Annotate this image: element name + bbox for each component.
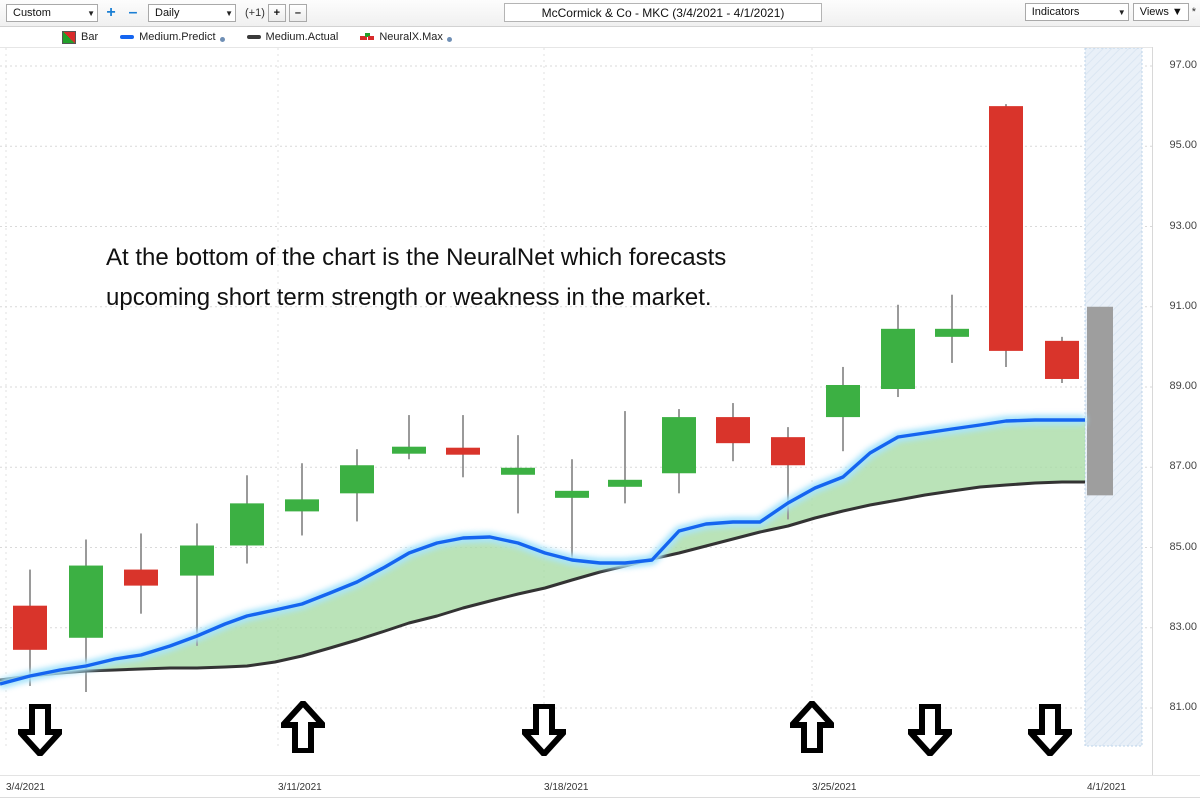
indicators-select[interactable]: Indicators ▼ <box>1024 3 1129 21</box>
legend-settings-dot-icon[interactable] <box>219 37 225 42</box>
y-axis-tick-label: 95.00 <box>1169 139 1197 152</box>
chart-plot-area[interactable]: At the bottom of the chart is the Neural… <box>0 47 1152 776</box>
neural-swatch-icon <box>360 32 375 42</box>
chevron-down-icon: ▼ <box>225 8 233 18</box>
legend-item-neuralx-max[interactable]: NeuralX.Max <box>360 31 452 43</box>
chart-svg <box>0 48 1152 747</box>
y-axis-tick-label: 83.00 <box>1169 620 1197 633</box>
y-axis-tick-label: 97.00 <box>1169 59 1197 71</box>
views-modified-star: * <box>1191 6 1196 18</box>
legend-item-label: NeuralX.Max <box>379 31 443 43</box>
page-title: McCormick & Co - MKC (3/4/2021 - 4/1/202… <box>541 5 785 20</box>
sell-signal-arrow[interactable] <box>522 704 566 756</box>
zoom-in-button[interactable]: + <box>102 4 120 22</box>
chevron-down-icon: ▼ <box>1117 7 1126 17</box>
zoom-out-label: – <box>128 4 138 21</box>
offset-label: (+1) <box>245 7 265 19</box>
line-swatch-icon <box>120 35 135 39</box>
x-axis-tick-label: 3/25/2021 <box>812 782 857 793</box>
y-axis-tick-label: 85.00 <box>1169 540 1197 553</box>
x-axis-tick-label: 4/1/2021 <box>1087 782 1126 793</box>
views-select[interactable]: Views ▼ <box>1132 3 1189 21</box>
range-select[interactable]: Custom ▼ <box>6 4 98 22</box>
range-select-value: Custom <box>13 7 51 19</box>
sell-signal-arrow[interactable] <box>908 704 952 756</box>
bar-swatch-icon <box>62 30 76 44</box>
zoom-in-label: + <box>106 4 116 21</box>
annotation-text: At the bottom of the chart is the Neural… <box>106 238 866 317</box>
sell-signal-arrow[interactable] <box>1028 704 1072 756</box>
x-axis-tick-label: 3/4/2021 <box>6 782 45 793</box>
buy-signal-arrow[interactable] <box>790 701 834 753</box>
chart-title-box[interactable]: McCormick & Co - MKC (3/4/2021 - 4/1/202… <box>504 3 822 22</box>
legend-settings-dot-icon[interactable] <box>446 37 452 42</box>
legend-item-label: Medium.Actual <box>265 31 339 43</box>
zoom-out-button[interactable]: – <box>124 4 142 22</box>
views-select-value: Views ▼ <box>1139 6 1183 18</box>
buy-signal-arrow[interactable] <box>281 701 325 753</box>
legend-item-medium-predict[interactable]: Medium.Predict <box>120 31 225 43</box>
y-axis-tick-label: 87.00 <box>1169 460 1197 473</box>
line-swatch-icon <box>246 35 261 39</box>
y-axis: 97.00 95.00 93.00 91.00 89.00 87.00 85.00 83.00… <box>1152 47 1200 775</box>
y-axis-tick-label: 91.00 <box>1169 299 1197 312</box>
indicators-select-value: Indicators <box>1031 6 1080 18</box>
offset-decrease-button[interactable]: – <box>288 4 307 22</box>
offset-minus-label: – <box>294 6 301 19</box>
legend-item-label: Medium.Predict <box>139 31 216 43</box>
toolbar-right-group: Indicators ▼ Views ▼ * <box>1024 3 1196 21</box>
chart-legend: Bar Medium.Predict Medium.Actual NeuralX.Ma… <box>0 27 1200 47</box>
y-axis-tick-label: 81.00 <box>1169 701 1197 713</box>
x-axis-tick-label: 3/11/2021 <box>278 782 322 793</box>
interval-select-value: Daily <box>155 7 180 19</box>
y-axis-tick-label: 93.00 <box>1169 219 1197 232</box>
chevron-down-icon: ▼ <box>87 8 95 18</box>
annotation-line-1: At the bottom of the chart is the Neural… <box>106 244 727 271</box>
legend-item-label: Bar <box>81 31 99 43</box>
toolbar: Custom ▼ + – Daily ▼ (+1) + – McCormick … <box>0 0 1200 27</box>
interval-select[interactable]: Daily ▼ <box>148 4 236 22</box>
offset-plus-label: + <box>273 6 281 19</box>
offset-increase-button[interactable]: + <box>267 4 286 22</box>
x-axis-tick-label: 3/18/2021 <box>544 782 589 793</box>
annotation-line-2: upcoming short term strength or weakness… <box>106 283 712 311</box>
legend-item-medium-actual[interactable]: Medium.Actual <box>246 31 339 43</box>
legend-item-bar[interactable]: Bar <box>62 30 99 44</box>
y-axis-tick-label: 89.00 <box>1169 380 1197 392</box>
sell-signal-arrow[interactable] <box>18 704 62 756</box>
